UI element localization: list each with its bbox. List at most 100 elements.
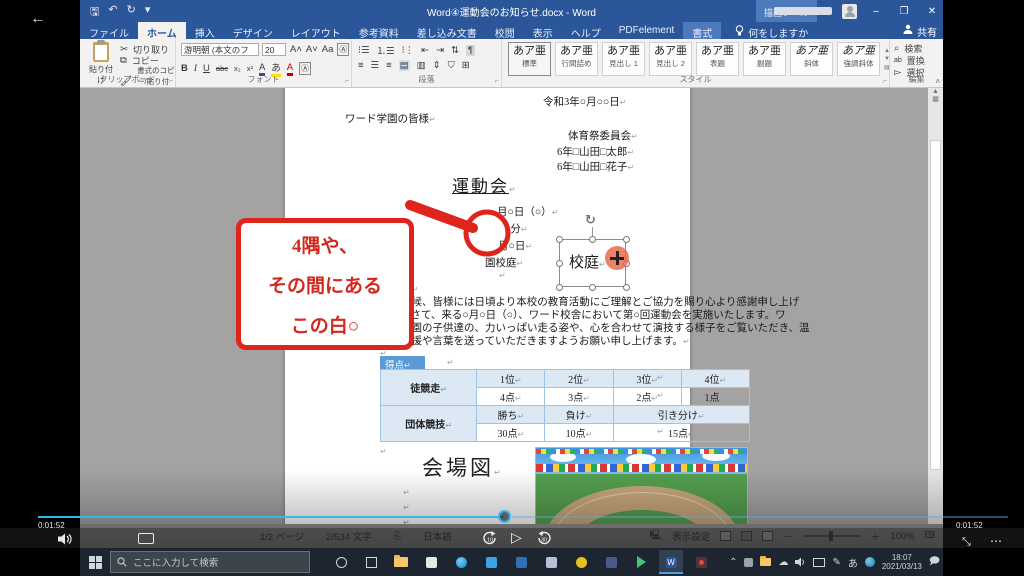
tab-references[interactable]: 参考資料 xyxy=(350,22,408,40)
rotate-handle[interactable]: ↻ xyxy=(585,212,596,228)
tab-review[interactable]: 校閲 xyxy=(486,22,524,40)
rewind-10-button[interactable]: 10 xyxy=(482,530,498,546)
ime-indicator[interactable]: あ xyxy=(848,555,858,570)
italic-button[interactable]: I xyxy=(194,64,197,74)
styles-dialog-launcher[interactable]: ⌐ xyxy=(883,78,887,85)
onenote-icon[interactable] xyxy=(539,550,563,574)
network-display-icon[interactable] xyxy=(813,557,826,567)
bullets-button[interactable]: ⁝☰ xyxy=(358,45,370,56)
style-heading2[interactable]: あア亜 見出し 2 xyxy=(649,42,692,76)
enclose-char-button[interactable]: Ⓐ xyxy=(337,43,350,56)
resize-handle-mid-left[interactable] xyxy=(556,260,563,267)
cortana-icon[interactable] xyxy=(329,550,353,574)
video-editor-icon[interactable] xyxy=(629,550,653,574)
document-area[interactable]: 令和3年○月○○日↵ ワード学園の皆様↵ 体育祭委員会↵ 6年□山田□太郎↵ 6… xyxy=(80,88,943,548)
tab-format[interactable]: 書式 xyxy=(683,22,722,40)
tray-edge-icon[interactable] xyxy=(864,557,875,567)
tab-view[interactable]: 表示 xyxy=(524,22,562,40)
forward-30-button[interactable]: 30 xyxy=(536,530,552,546)
decrease-indent-button[interactable]: ⇤ xyxy=(421,45,429,56)
change-case-button[interactable]: Aa xyxy=(322,44,334,55)
style-normal[interactable]: あア亜 標準 xyxy=(508,42,551,76)
style-title[interactable]: あア亜 表題 xyxy=(696,42,739,76)
tab-insert[interactable]: 挿入 xyxy=(186,22,224,40)
close-button[interactable]: ✕ xyxy=(923,6,941,17)
multilevel-list-button[interactable]: ⁝⋮ xyxy=(402,45,415,56)
restore-button[interactable]: ❐ xyxy=(895,6,913,17)
tab-home[interactable]: ホーム xyxy=(138,22,186,40)
photos-icon[interactable] xyxy=(509,550,533,574)
show-marks-button[interactable]: ¶ xyxy=(466,44,476,56)
taskbar-clock[interactable]: 18:07 2021/03/13 xyxy=(882,553,922,571)
resize-handle-top-left[interactable] xyxy=(556,236,563,243)
back-button[interactable]: ← xyxy=(30,10,46,28)
underline-button[interactable]: U xyxy=(203,63,210,74)
volume-button[interactable] xyxy=(58,533,73,545)
style-heading1[interactable]: あア亜 見出し 1 xyxy=(602,42,645,76)
textbox-text[interactable]: 校庭↵ xyxy=(569,251,606,272)
tab-help[interactable]: ヘルプ xyxy=(562,22,610,40)
tab-layout[interactable]: レイアウト xyxy=(282,22,350,40)
borders-button[interactable]: ⊞ xyxy=(462,60,470,71)
scroll-up-arrow[interactable]: ▲ xyxy=(928,88,943,95)
tab-pdfelement[interactable]: PDFelement xyxy=(610,22,684,39)
increase-indent-button[interactable]: ⇥ xyxy=(436,45,444,56)
collapse-ribbon-button[interactable]: ˄ xyxy=(935,77,940,86)
resize-handle-bottom-right[interactable] xyxy=(623,284,630,291)
exit-fullscreen-button[interactable]: ⤡ xyxy=(962,536,971,549)
resize-handle-top-center[interactable] xyxy=(589,236,596,243)
timeline-playhead[interactable] xyxy=(498,510,511,523)
shrink-font-button[interactable]: A˅ xyxy=(306,44,318,55)
style-no-spacing[interactable]: あア亜 行間詰め xyxy=(555,42,598,76)
taskbar-search-input[interactable]: ここに入力して検索 xyxy=(110,551,310,573)
strikethrough-button[interactable]: abc xyxy=(216,64,228,73)
play-button[interactable]: ▷ xyxy=(511,529,522,546)
subscript-button[interactable]: x₂ xyxy=(234,64,241,73)
style-emphasis[interactable]: あア亜 強調斜体 xyxy=(837,42,880,76)
edge-browser-icon[interactable] xyxy=(449,550,473,574)
score-table[interactable]: 徒競走↵ 1位↵ 2位↵ 3位↵ 4位↵ 4点↵ 3点↵ 2点↵ 1点↵ 団体競… xyxy=(379,369,751,442)
tab-design[interactable]: デザイン xyxy=(224,22,282,40)
align-right-button[interactable]: ≡ xyxy=(386,60,392,71)
justify-button[interactable]: ▤ xyxy=(398,60,410,71)
scrollbar-thumb[interactable] xyxy=(930,140,941,470)
numbering-button[interactable]: ⒈☰ xyxy=(377,43,395,57)
account-avatar[interactable] xyxy=(842,3,857,19)
superscript-button[interactable]: x² xyxy=(247,64,253,73)
align-center-button[interactable]: ☰ xyxy=(371,60,380,71)
screen-recorder-icon[interactable] xyxy=(689,550,713,574)
font-size-combo[interactable]: 20 xyxy=(262,43,286,56)
bold-button[interactable]: B xyxy=(181,63,188,74)
tray-app-icon[interactable] xyxy=(744,557,754,567)
timeline-remaining[interactable] xyxy=(512,516,1008,518)
align-left-button[interactable]: ≡ xyxy=(358,60,364,71)
volume-icon[interactable] xyxy=(795,557,806,567)
shading-button[interactable]: ⛉ xyxy=(448,60,455,71)
clipboard-dialog-launcher[interactable]: ⌐ xyxy=(169,78,173,85)
pen-icon[interactable]: ✎ xyxy=(832,557,840,568)
tray-expand-icon[interactable]: ⌃ xyxy=(729,557,737,568)
font-name-combo[interactable]: 游明朝 (本文のフ xyxy=(181,43,259,56)
onedrive-icon[interactable]: ☁ xyxy=(778,557,788,568)
style-italic[interactable]: あア亜 斜体 xyxy=(790,42,833,76)
file-explorer-icon[interactable] xyxy=(389,550,413,574)
resize-handle-top-right[interactable] xyxy=(623,236,630,243)
vertical-scrollbar[interactable]: ▲ ▦ xyxy=(928,88,943,548)
start-button[interactable] xyxy=(80,548,110,576)
line-spacing-button[interactable]: ⇕ xyxy=(433,60,441,71)
resize-handle-bottom-left[interactable] xyxy=(556,284,563,291)
word-app-icon[interactable]: W xyxy=(659,550,683,574)
more-options-button[interactable]: ⋯ xyxy=(990,534,1002,548)
action-center-icon[interactable]: 🗩 xyxy=(929,554,940,571)
tab-mailings[interactable]: 差し込み文書 xyxy=(408,22,486,40)
share-button[interactable]: 共有 xyxy=(903,24,937,39)
paragraph-dialog-launcher[interactable]: ⌐ xyxy=(495,78,499,85)
tab-file[interactable]: ファイル xyxy=(80,22,138,40)
font-dialog-launcher[interactable]: ⌐ xyxy=(345,78,349,85)
minimize-button[interactable]: – xyxy=(867,6,885,17)
mail-icon[interactable] xyxy=(479,550,503,574)
app-icon[interactable] xyxy=(599,550,623,574)
tell-me-box[interactable]: 何をしますか xyxy=(721,22,816,40)
style-subtitle[interactable]: あア亜 副題 xyxy=(743,42,786,76)
tray-folder-icon[interactable] xyxy=(760,556,772,566)
